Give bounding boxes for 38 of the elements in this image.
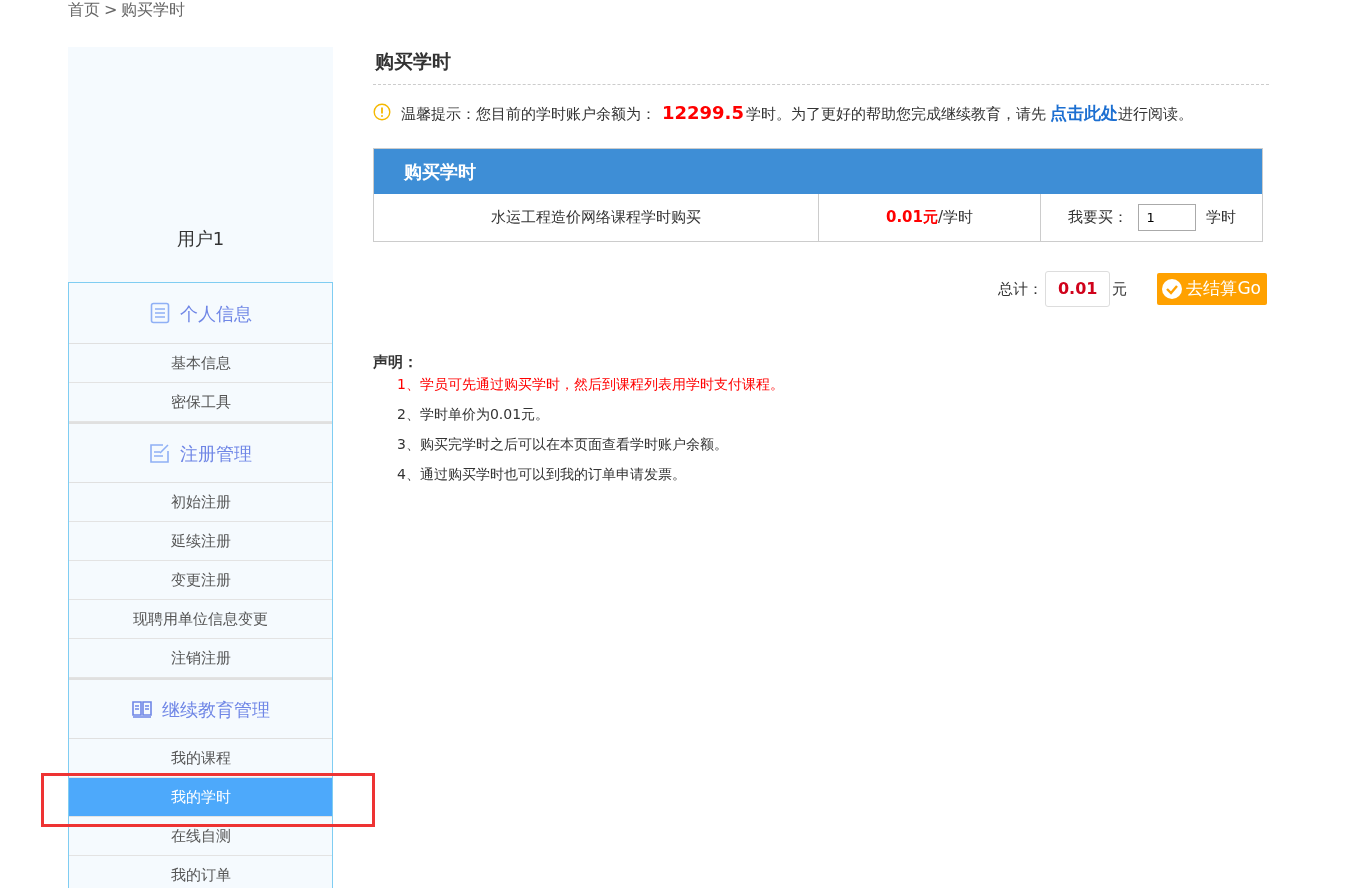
sidebar-item[interactable]: 密保工具 [69, 383, 332, 422]
sidebar-item[interactable]: 变更注册 [69, 561, 332, 600]
breadcrumb-separator: > [104, 0, 118, 19]
sidebar-item[interactable]: 现聘用单位信息变更 [69, 600, 332, 639]
table-cell-text: 水运工程造价网络课程学时购买 [490, 207, 702, 229]
sidebar-item[interactable]: 基本信息 [69, 344, 332, 383]
sidebar-item[interactable]: 初始注册 [69, 483, 332, 522]
book-icon [131, 700, 152, 718]
total-label: 总计： [997, 278, 1043, 300]
sidebar-item[interactable]: 我的订单 [69, 856, 332, 888]
menu-group-title: 继续教育管理 [161, 697, 270, 722]
read-link[interactable]: 点击此处 [1050, 102, 1118, 123]
table-header: 购买学时 [374, 149, 1262, 194]
sidebar-item[interactable]: 延续注册 [69, 522, 332, 561]
sidebar-item[interactable]: 在线自测 [69, 817, 332, 856]
table-cell: 0.01元/学时 [818, 194, 1040, 241]
breadcrumb-current: 购买学时 [121, 0, 186, 19]
home-link[interactable]: 首页 [68, 0, 100, 19]
quantity-label: 我要买： [1067, 207, 1128, 229]
declaration-title: 声明： [373, 352, 419, 373]
warning-icon [373, 103, 391, 122]
declaration-item: 4、通过购买学时也可以到我的订单申请发票。 [397, 464, 687, 484]
document-icon [149, 302, 170, 324]
currency-label: 元 [1112, 278, 1128, 300]
declaration-item: 3、购买完学时之后可以在本页面查看学时账户余额。 [397, 434, 729, 454]
total-amount-field: 0.01 [1044, 271, 1111, 307]
user-name: 用户1 [176, 227, 225, 251]
declaration-item: 1、学员可先通过购买学时，然后到课程列表用学时支付课程。 [397, 374, 785, 394]
declaration-item: 2、学时单价为0.01元。 [397, 404, 551, 424]
menu-group-title: 注册管理 [180, 441, 252, 466]
menu-group-title: 个人信息 [179, 301, 252, 326]
quantity-field[interactable]: 1 [1137, 204, 1196, 231]
edit-icon [149, 442, 170, 464]
page-title: 购买学时 [373, 47, 1269, 85]
unit-label: 学时 [1205, 207, 1236, 229]
notice-text: 温馨提示：您目前的学时账户余额为： 12299.5学时。为了更好的帮助您完成继续教育，请先 点击此处进行阅读。 [401, 100, 1193, 125]
sidebar-item[interactable]: 注销注册 [69, 639, 332, 678]
check-icon [1161, 278, 1184, 300]
